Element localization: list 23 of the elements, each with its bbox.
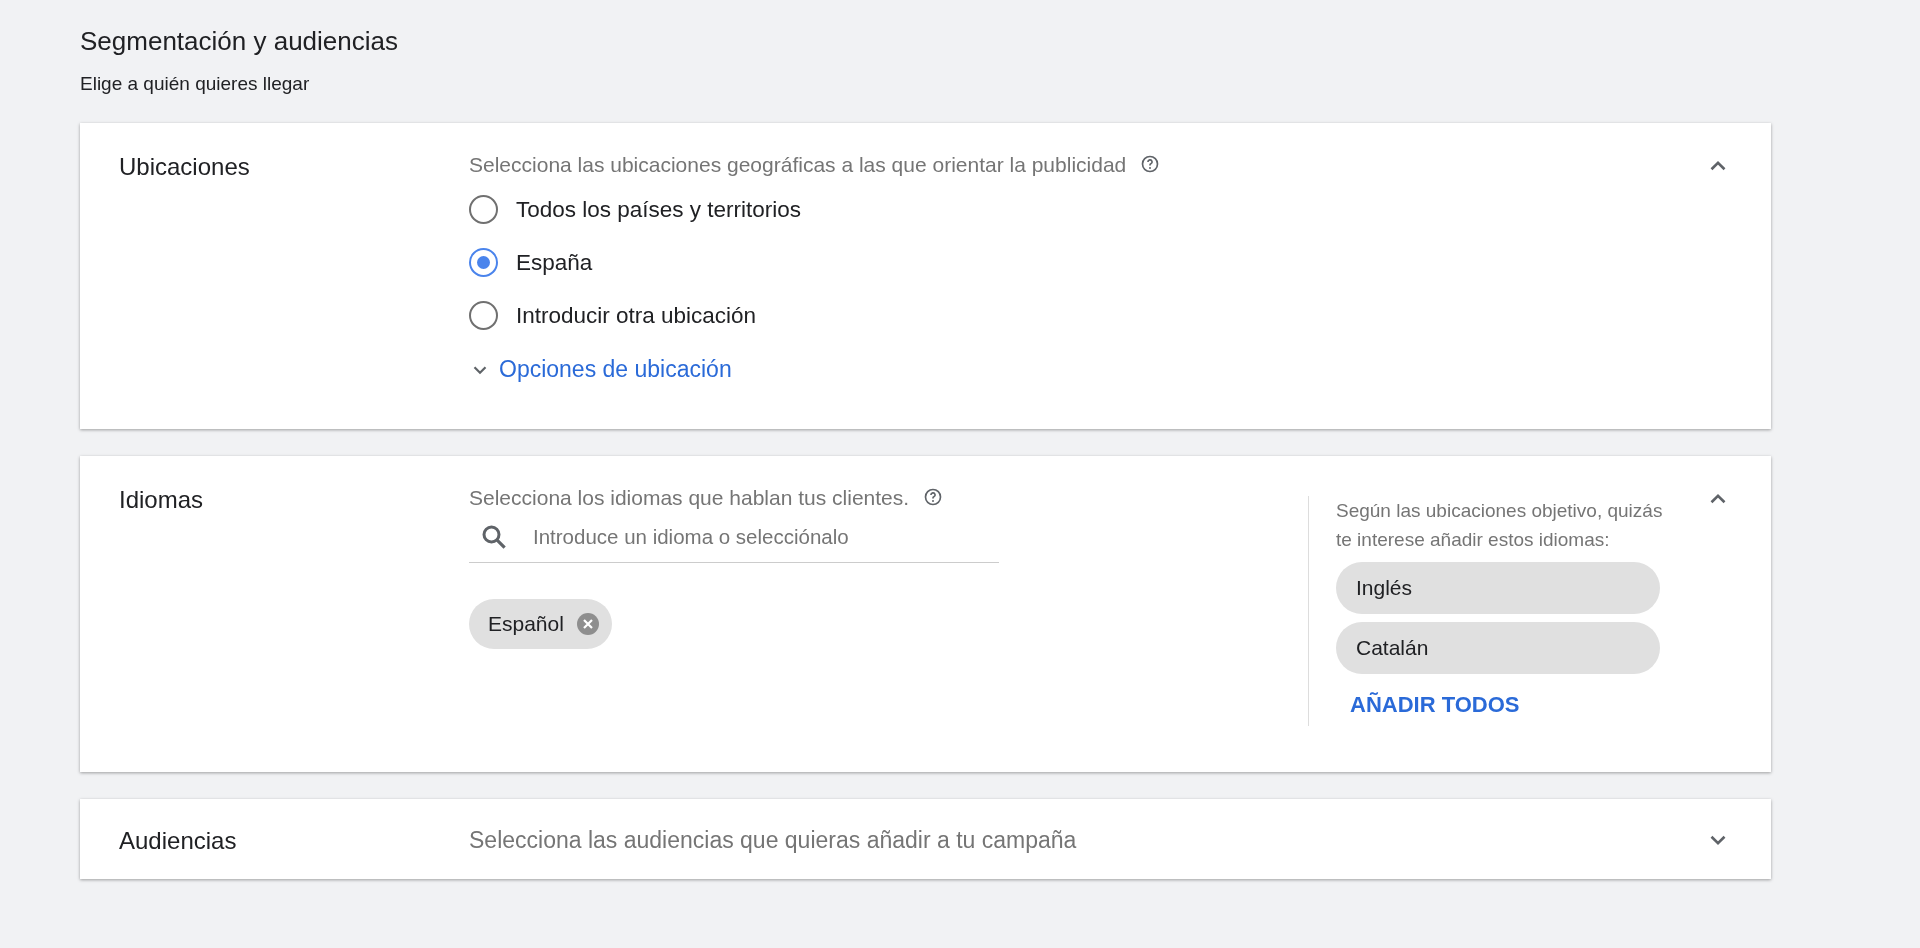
section-prompt: Selecciona los idiomas que hablan tus clientes. xyxy=(469,485,910,510)
radio-option[interactable]: Introducir otra ubicación xyxy=(469,289,757,342)
section-prompt: Selecciona las ubicaciones geográficas a las que orientar la publicidad xyxy=(469,152,1127,177)
remove-icon[interactable] xyxy=(575,612,600,636)
radio-button[interactable] xyxy=(469,195,498,224)
suggested-language-chip[interactable]: Catalán xyxy=(1336,622,1660,674)
help-icon[interactable] xyxy=(1140,154,1161,174)
suggestion-text: Según las ubicaciones objetivo, quizás te interese añadir estos idiomas: xyxy=(1336,499,1664,552)
suggested-language-chip[interactable]: Inglés xyxy=(1336,562,1660,614)
section-title: Idiomas xyxy=(119,485,205,514)
radio-button[interactable] xyxy=(469,301,498,330)
radio-option[interactable]: España xyxy=(469,236,593,289)
radio-option[interactable]: Todos los países y territorios xyxy=(469,183,802,236)
help-icon[interactable] xyxy=(923,487,944,507)
page-subtitle: Elige a quién quieres llegar xyxy=(80,73,311,95)
section-title: Ubicaciones xyxy=(119,152,251,181)
radio-button[interactable] xyxy=(469,248,498,277)
language-chip[interactable]: Español xyxy=(469,599,612,649)
section-prompt: Selecciona las audiencias que quieras añadir a tu campaña xyxy=(469,826,1077,854)
page-title: Segmentación y audiencias xyxy=(80,26,399,57)
location-options-link[interactable]: Opciones de ubicación xyxy=(469,356,732,383)
section-title: Audiencias xyxy=(119,826,238,855)
add-all-button[interactable]: AÑADIR TODOS xyxy=(1336,688,1534,722)
